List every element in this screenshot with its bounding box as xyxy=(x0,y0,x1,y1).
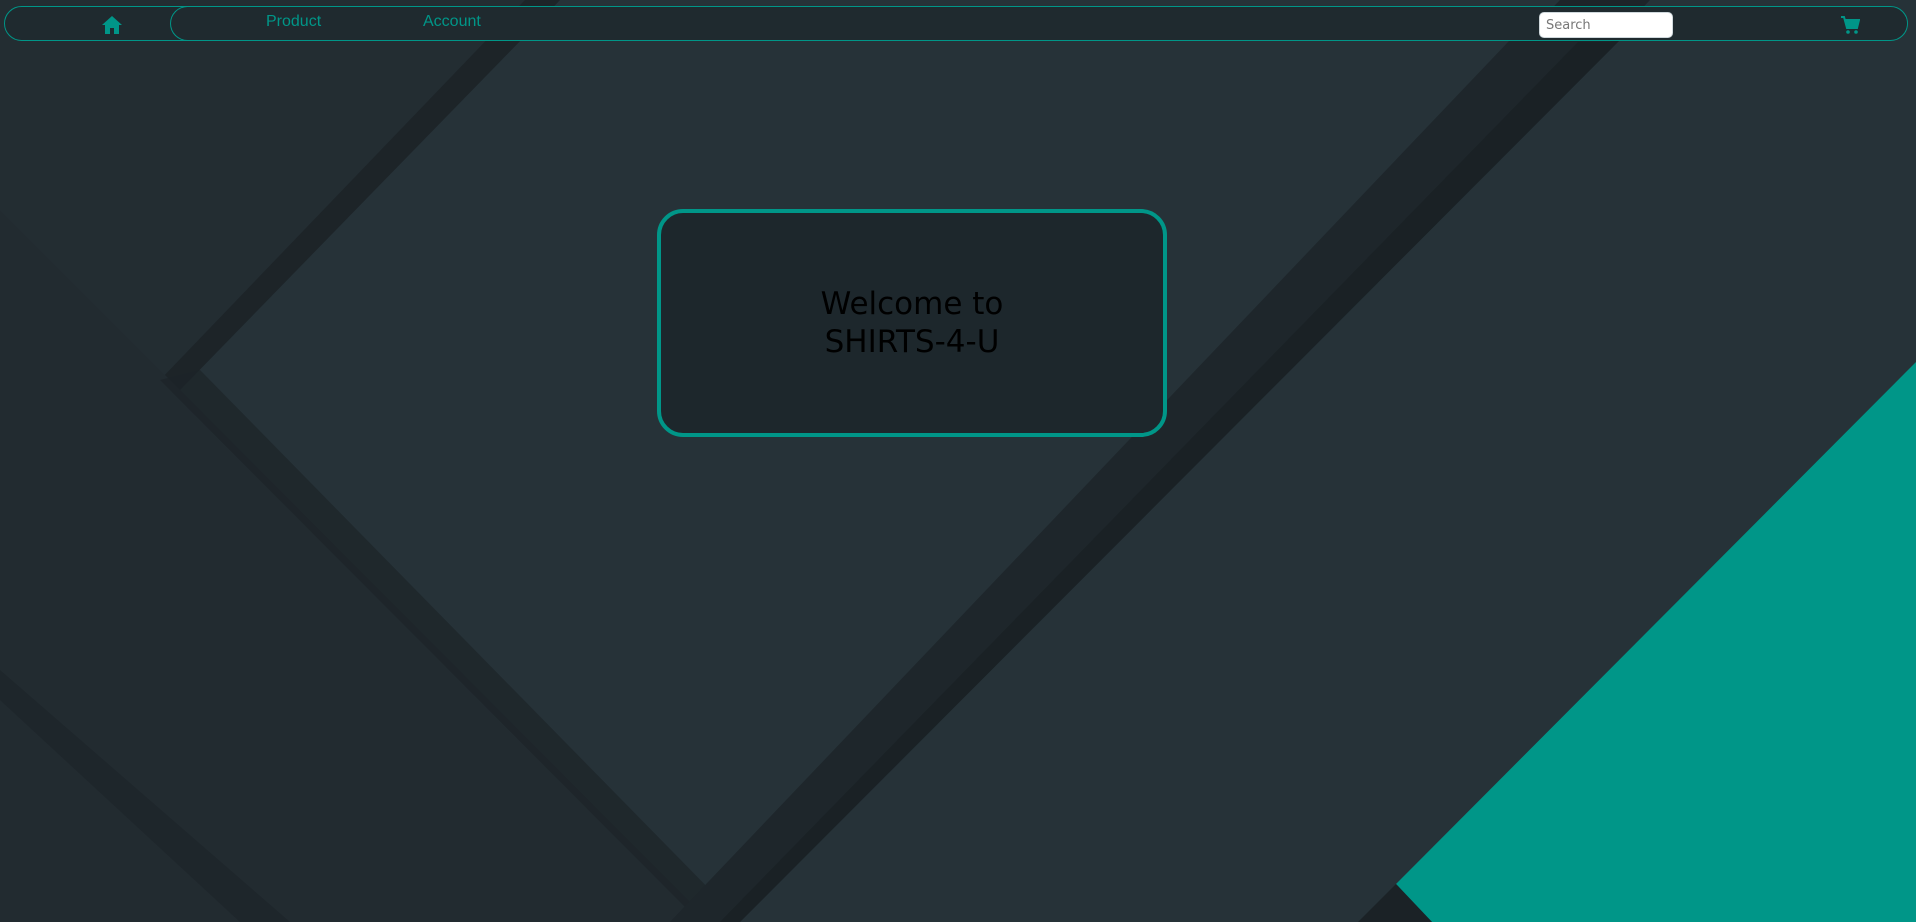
cart-button[interactable] xyxy=(1837,14,1863,36)
top-navbar: Product Account xyxy=(4,6,1908,41)
nav-link-account[interactable]: Account xyxy=(423,13,481,31)
decorative-background xyxy=(0,0,1916,922)
nav-link-product[interactable]: Product xyxy=(266,13,321,31)
welcome-line-2: SHIRTS-4-U xyxy=(824,324,1000,360)
welcome-line-1: Welcome to xyxy=(820,286,1004,322)
home-button[interactable] xyxy=(95,14,129,36)
nav-links-group: Product Account xyxy=(170,6,1170,41)
welcome-card: Welcome to SHIRTS-4-U xyxy=(657,209,1167,437)
welcome-heading: Welcome to SHIRTS-4-U xyxy=(661,285,1163,361)
search-input[interactable] xyxy=(1539,12,1673,38)
shopping-cart-icon xyxy=(1841,16,1860,34)
home-icon xyxy=(102,16,122,34)
